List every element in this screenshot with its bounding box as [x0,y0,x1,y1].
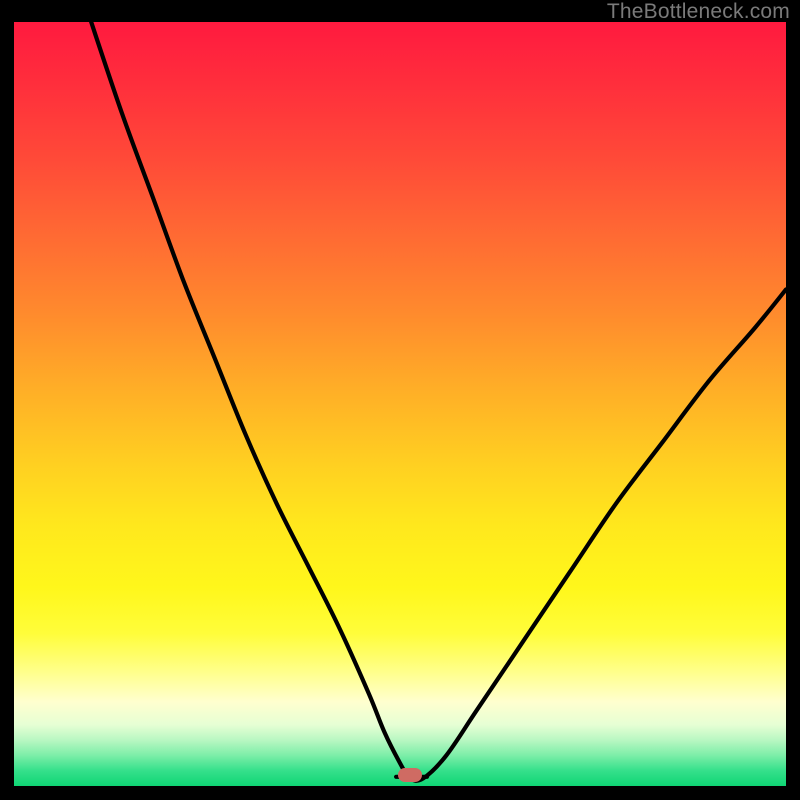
optimal-point-marker [398,768,422,782]
curve-layer [14,22,786,786]
bottleneck-curve [91,22,786,781]
plot-area [14,22,786,786]
chart-frame [14,22,786,786]
watermark-text: TheBottleneck.com [607,0,790,24]
